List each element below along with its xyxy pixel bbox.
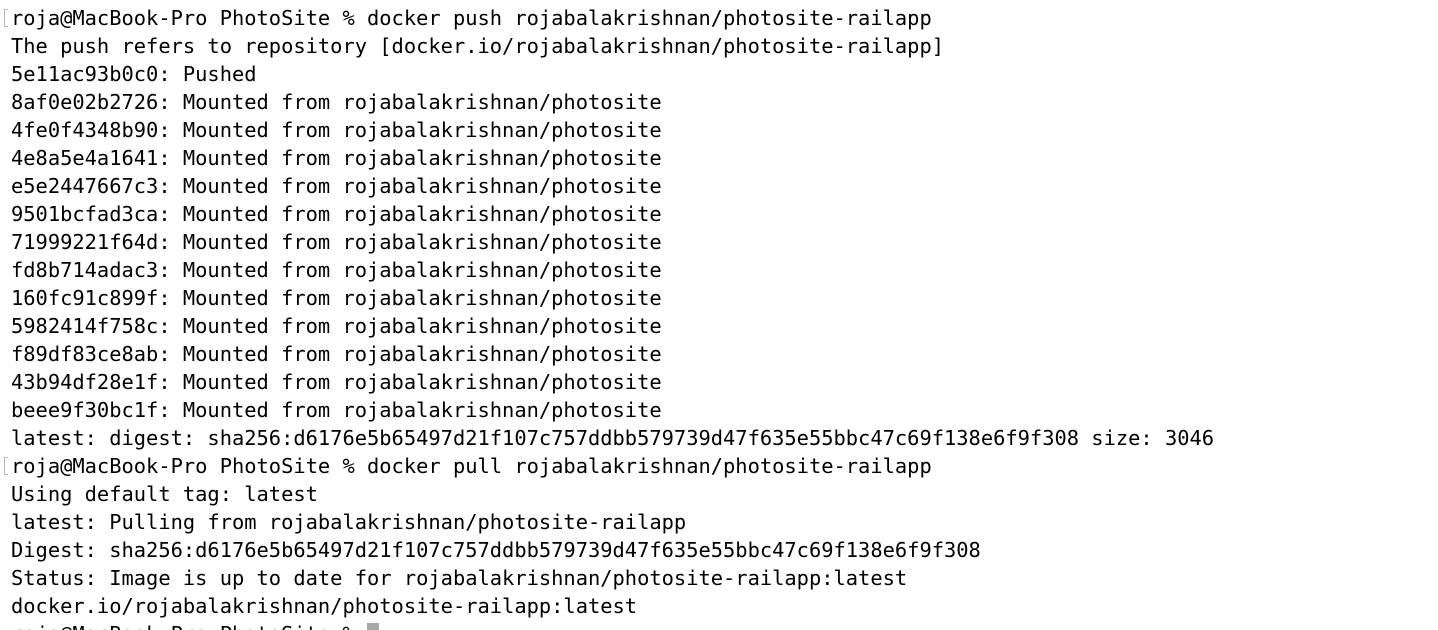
output-line: e5e2447667c3: Mounted from rojabalakrish… bbox=[11, 174, 662, 198]
command-mark-pull bbox=[4, 457, 8, 475]
text-cursor bbox=[367, 623, 380, 630]
output-line: docker.io/rojabalakrishnan/photosite-rai… bbox=[11, 594, 638, 618]
terminal-output: roja@MacBook-Pro PhotoSite % docker push… bbox=[11, 4, 1214, 620]
output-line: 160fc91c899f: Mounted from rojabalakrish… bbox=[11, 286, 662, 310]
current-prompt: roja@MacBook-Pro PhotoSite % bbox=[11, 622, 367, 630]
output-line: Digest: sha256:d6176e5b65497d21f107c757d… bbox=[11, 538, 981, 562]
output-line: latest: Pulling from rojabalakrishnan/ph… bbox=[11, 510, 687, 534]
current-prompt-line[interactable]: roja@MacBook-Pro PhotoSite % bbox=[11, 620, 380, 630]
output-line: 8af0e02b2726: Mounted from rojabalakrish… bbox=[11, 90, 662, 114]
output-line: 71999221f64d: Mounted from rojabalakrish… bbox=[11, 230, 662, 254]
output-line: 4e8a5e4a1641: Mounted from rojabalakrish… bbox=[11, 146, 662, 170]
prompt-command-line: roja@MacBook-Pro PhotoSite % docker pull… bbox=[11, 454, 932, 478]
output-line: 5e11ac93b0c0: Pushed bbox=[11, 62, 257, 86]
output-line: 5982414f758c: Mounted from rojabalakrish… bbox=[11, 314, 662, 338]
prompt-command-line: roja@MacBook-Pro PhotoSite % docker push… bbox=[11, 6, 932, 30]
output-line: latest: digest: sha256:d6176e5b65497d21f… bbox=[11, 426, 1215, 450]
output-line: 4fe0f4348b90: Mounted from rojabalakrish… bbox=[11, 118, 662, 142]
terminal-window[interactable]: roja@MacBook-Pro PhotoSite % docker push… bbox=[0, 0, 1438, 630]
output-line: Status: Image is up to date for rojabala… bbox=[11, 566, 908, 590]
output-line: f89df83ce8ab: Mounted from rojabalakrish… bbox=[11, 342, 662, 366]
output-line: fd8b714adac3: Mounted from rojabalakrish… bbox=[11, 258, 662, 282]
output-line: Using default tag: latest bbox=[11, 482, 318, 506]
output-line: The push refers to repository [docker.io… bbox=[11, 34, 944, 58]
output-line: 9501bcfad3ca: Mounted from rojabalakrish… bbox=[11, 202, 662, 226]
output-line: beee9f30bc1f: Mounted from rojabalakrish… bbox=[11, 398, 662, 422]
command-mark-push bbox=[4, 9, 8, 27]
output-line: 43b94df28e1f: Mounted from rojabalakrish… bbox=[11, 370, 662, 394]
